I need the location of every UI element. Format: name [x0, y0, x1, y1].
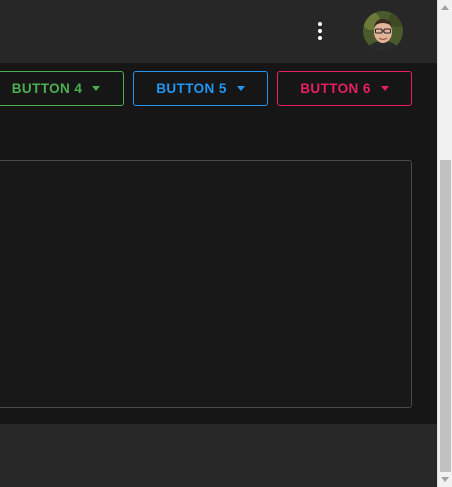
button-6-label: BUTTON 6 [300, 81, 371, 96]
avatar-image [363, 11, 403, 51]
main-content: BUTTON 4 BUTTON 5 BUTTON 6 [0, 63, 437, 424]
vertical-scrollbar[interactable] [437, 0, 452, 487]
more-dot [318, 29, 322, 33]
more-dot [318, 36, 322, 40]
arrow-drop-down-icon [92, 86, 101, 91]
button-4-label: BUTTON 4 [11, 81, 83, 96]
button-4-dropdown[interactable]: BUTTON 4 [0, 71, 124, 106]
more-vert-icon[interactable] [306, 17, 334, 45]
more-dot [318, 22, 322, 26]
scroll-up-arrow-icon[interactable] [441, 5, 449, 10]
app-window: BUTTON 4 BUTTON 5 BUTTON 6 [0, 0, 452, 487]
app-bar [0, 0, 437, 63]
button-5-label: BUTTON 5 [156, 81, 227, 96]
scrollbar-thumb[interactable] [440, 160, 451, 472]
scroll-down-arrow-icon[interactable] [441, 477, 449, 482]
footer [0, 424, 437, 487]
button-5-dropdown[interactable]: BUTTON 5 [133, 71, 268, 106]
avatar[interactable] [363, 11, 403, 51]
arrow-drop-down-icon [380, 86, 389, 91]
arrow-drop-down-icon [236, 86, 245, 91]
content-panel [0, 160, 412, 408]
button-6-dropdown[interactable]: BUTTON 6 [277, 71, 412, 106]
